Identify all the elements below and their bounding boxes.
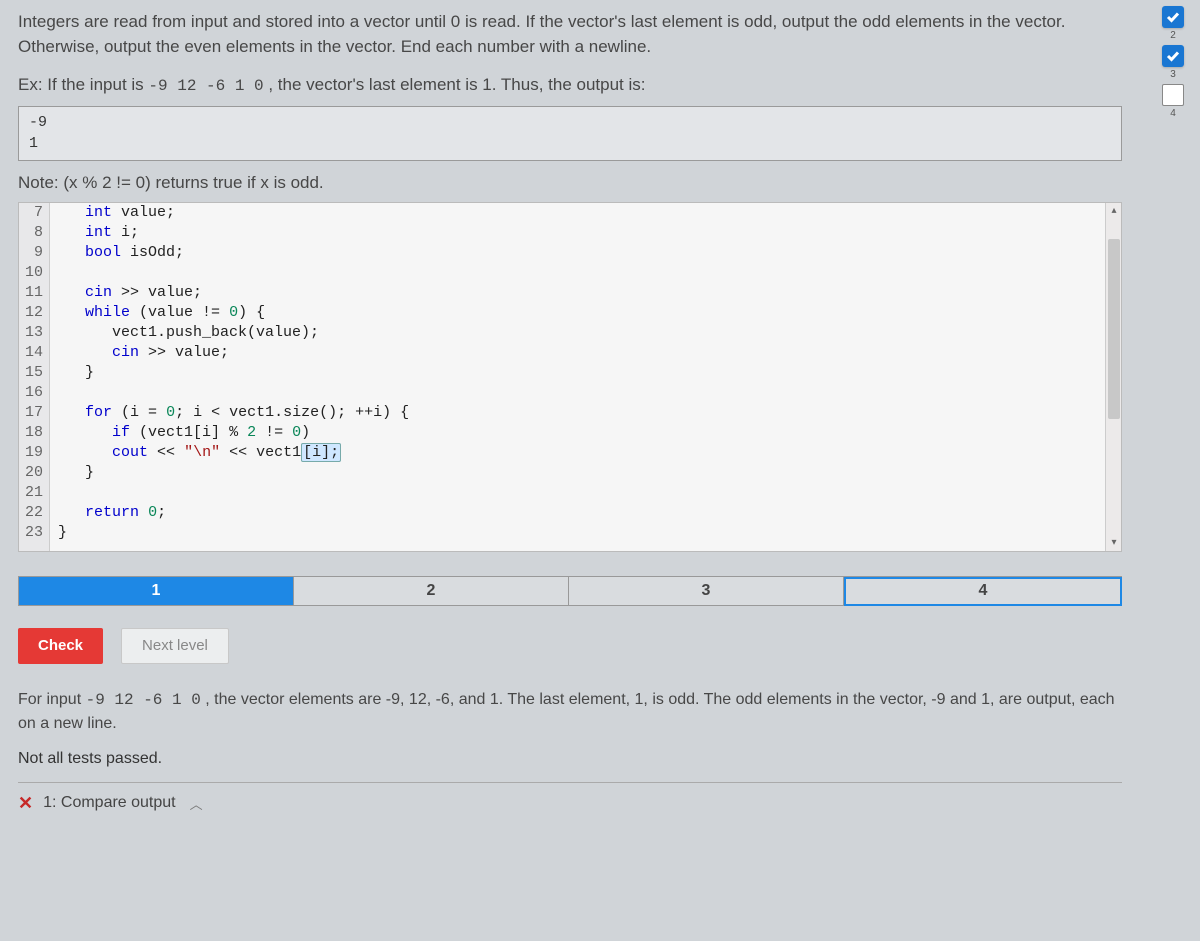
- chevron-up-icon: ︿: [190, 794, 203, 813]
- scroll-up-icon[interactable]: ▴: [1106, 203, 1122, 219]
- next-level-button[interactable]: Next level: [121, 628, 229, 664]
- sidebar-item-number: 4: [1170, 108, 1176, 119]
- progress-step-3[interactable]: 3: [569, 577, 844, 606]
- vertical-scrollbar[interactable]: ▴ ▾: [1105, 203, 1121, 551]
- check-button[interactable]: Check: [18, 628, 103, 664]
- x-icon: ✕: [18, 793, 33, 814]
- not-passed-text: Not all tests passed.: [18, 750, 1122, 768]
- scroll-down-icon[interactable]: ▾: [1106, 535, 1122, 551]
- example-output-box: -9 1: [18, 106, 1122, 161]
- checkmark-icon[interactable]: [1162, 6, 1184, 28]
- progress-bar: 1 2 3 4: [18, 576, 1122, 606]
- progress-step-4[interactable]: 4: [844, 577, 1122, 606]
- scrollbar-thumb[interactable]: [1108, 239, 1120, 419]
- example-input: -9 12 -6 1 0: [148, 77, 263, 95]
- empty-checkbox-icon[interactable]: [1162, 84, 1184, 106]
- checkmark-icon[interactable]: [1162, 45, 1184, 67]
- progress-step-1[interactable]: 1: [19, 577, 294, 606]
- sidebar-item-number: 2: [1170, 30, 1176, 41]
- code-editor[interactable]: 7891011121314151617181920212223 int valu…: [18, 202, 1122, 552]
- feedback-input: -9 12 -6 1 0: [86, 691, 201, 709]
- progress-step-2[interactable]: 2: [294, 577, 569, 606]
- test-result-row[interactable]: ✕ 1: Compare output ︿: [18, 782, 1122, 814]
- line-number-gutter: 7891011121314151617181920212223: [19, 203, 50, 551]
- problem-description: Integers are read from input and stored …: [18, 10, 1122, 59]
- sidebar-item-number: 3: [1170, 69, 1176, 80]
- code-area[interactable]: int value; int i; bool isOdd; cin >> val…: [50, 203, 1121, 551]
- right-sidebar: 2 3 4: [1152, 6, 1194, 119]
- problem-example-lead: Ex: If the input is -9 12 -6 1 0 , the v…: [18, 73, 1122, 98]
- test-label: 1: Compare output: [43, 794, 176, 812]
- feedback-text: For input -9 12 -6 1 0 , the vector elem…: [18, 688, 1122, 736]
- feedback-lead: For input: [18, 691, 86, 708]
- example-tail: , the vector's last element is 1. Thus, …: [268, 75, 645, 94]
- example-lead: Ex: If the input is: [18, 75, 148, 94]
- problem-note: Note: (x % 2 != 0) returns true if x is …: [18, 171, 1122, 196]
